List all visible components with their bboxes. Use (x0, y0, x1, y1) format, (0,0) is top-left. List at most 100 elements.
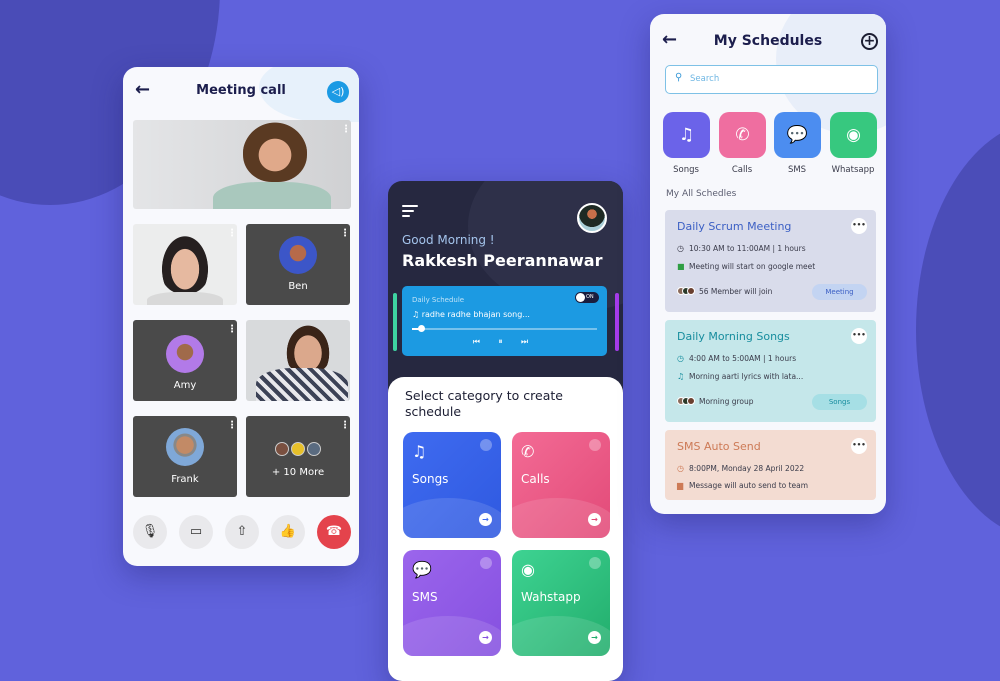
category-name: Calls (521, 472, 550, 486)
clock-icon: ◷ (677, 354, 684, 363)
schedule-title: SMS Auto Send (677, 440, 761, 453)
song-title: ♫ radhe radhe bhajan song... (412, 310, 530, 319)
meeting-call-screen: ← Meeting call ◁) ⋮ ⋮ Ben ⋮ Amy ⋮ Frank … (123, 67, 359, 566)
search-placeholder: Search (690, 74, 720, 84)
add-schedule-icon[interactable]: + (861, 33, 878, 50)
participant-tile-ben[interactable]: Ben ⋮ (246, 224, 350, 305)
mini-avatar (291, 442, 305, 456)
schedule-toggle[interactable]: ON (575, 292, 599, 303)
participant-tile-amy[interactable]: Amy ⋮ (133, 320, 237, 401)
menu-icon[interactable] (402, 205, 418, 220)
more-participants-tile[interactable]: + 10 More ⋮ (246, 416, 350, 497)
more-options-icon[interactable]: ⋮ (341, 125, 351, 135)
participant-face (243, 122, 307, 182)
participant-video[interactable] (246, 320, 350, 401)
clock-icon: ◷ (677, 464, 684, 473)
schedule-title: Daily Morning Songs (677, 330, 790, 343)
more-options-icon[interactable]: ••• (851, 328, 867, 344)
schedule-time: ◷ 8:00PM, Monday 28 April 2022 (677, 464, 805, 473)
schedule-tag[interactable]: Meeting (812, 284, 867, 300)
section-label: My All Schedles (666, 189, 737, 199)
share-button[interactable]: ⇧ (225, 515, 259, 549)
header: ← Meeting call ◁) (123, 67, 359, 122)
schedule-card[interactable]: Daily Morning Songs ••• ◷ 4:00 AM to 5:00… (665, 320, 876, 422)
more-count: + 10 More (271, 467, 325, 478)
carousel-next-card[interactable] (615, 293, 619, 351)
schedule-detail: ♫ Morning aarti lyrics with lata... (677, 372, 804, 381)
decorative-circle (480, 557, 492, 569)
page-title: My Schedules (713, 33, 823, 49)
participant-name: Ben (288, 281, 308, 292)
more-options-icon[interactable]: ••• (851, 218, 867, 234)
schedule-time: ◷ 10:30 AM to 11:00AM | 1 hours (677, 244, 806, 253)
user-name: Rakkesh Peerannawar (402, 251, 603, 270)
schedule-card[interactable]: SMS Auto Send ••• ◷ 8:00PM, Monday 28 Apr… (665, 430, 876, 500)
participant-video[interactable]: ⋮ (133, 224, 237, 305)
schedule-group: Morning group (677, 397, 754, 406)
carousel-prev-card[interactable] (393, 293, 397, 351)
music-icon: ♫ (677, 372, 685, 381)
participant-name: Frank (171, 474, 199, 485)
profile-avatar[interactable] (577, 203, 607, 233)
progress-slider[interactable] (412, 325, 597, 332)
mic-button[interactable]: 🎙 (133, 515, 167, 549)
chat-icon: 💬 (412, 560, 432, 579)
like-button[interactable]: 👍 (271, 515, 305, 549)
playback-controls[interactable]: ⏮ ⏸ ⏭ (402, 337, 607, 347)
more-options-icon[interactable]: ⋮ (227, 325, 237, 335)
quick-category-whatsapp[interactable]: ◉ (830, 112, 877, 158)
avatar (279, 236, 317, 274)
clock-icon: ◷ (677, 244, 684, 253)
mini-avatar (275, 442, 289, 456)
end-call-button[interactable]: ☎ (317, 515, 351, 549)
arrow-right-icon[interactable]: → (588, 513, 601, 526)
phone-icon: ✆ (521, 442, 535, 461)
schedule-label: Daily Schedule (412, 296, 465, 304)
participant-name: Amy (173, 380, 197, 391)
participant-tile-frank[interactable]: Frank ⋮ (133, 416, 237, 497)
category-card-calls[interactable]: ✆ Calls → (512, 432, 610, 538)
quick-category-calls[interactable]: ✆ (719, 112, 766, 158)
schedule-title: Daily Scrum Meeting (677, 220, 792, 233)
more-options-icon[interactable]: ⋮ (340, 229, 350, 239)
schedule-card[interactable]: Daily Scrum Meeting ••• ◷ 10:30 AM to 11:… (665, 210, 876, 312)
avatar (166, 428, 204, 466)
schedule-tag[interactable]: Songs (812, 394, 867, 410)
category-card-whatsapp[interactable]: ◉ Wahstapp → (512, 550, 610, 656)
more-options-icon[interactable]: ⋮ (340, 421, 350, 431)
category-card-songs[interactable]: ♫ Songs → (403, 432, 501, 538)
decorative-circle (480, 439, 492, 451)
music-icon: ♫ (412, 442, 427, 461)
schedules-screen: ← My Schedules + ⚲ Search ♫ ✆ 💬 ◉ Songs … (650, 14, 886, 514)
more-options-icon[interactable]: ••• (851, 438, 867, 454)
category-name: SMS (412, 590, 438, 604)
arrow-right-icon[interactable]: → (479, 631, 492, 644)
schedule-detail: ▆ Message will auto send to team (677, 481, 809, 490)
quick-category-songs[interactable]: ♫ (663, 112, 710, 158)
quick-category-sms[interactable]: 💬 (774, 112, 821, 158)
participant-shirt (256, 368, 348, 401)
arrow-right-icon[interactable]: → (479, 513, 492, 526)
category-card-sms[interactable]: 💬 SMS → (403, 550, 501, 656)
speaker-icon[interactable]: ◁) (327, 81, 349, 103)
participant-shirt (147, 292, 223, 305)
page-title: Meeting call (196, 83, 286, 98)
participant-video-main[interactable]: ⋮ (133, 120, 351, 209)
category-panel: Select category to create schedule ♫ Son… (388, 377, 623, 681)
quick-category-label: Whatsapp (831, 165, 875, 175)
quick-category-label: SMS (787, 165, 807, 175)
participant-avatars (246, 441, 350, 460)
video-button[interactable]: ▭ (179, 515, 213, 549)
quick-category-label: Calls (731, 165, 753, 175)
arrow-right-icon[interactable]: → (588, 631, 601, 644)
more-options-icon[interactable]: ⋮ (227, 421, 237, 431)
more-options-icon[interactable]: ⋮ (227, 229, 237, 239)
category-name: Wahstapp (521, 590, 581, 604)
home-screen: Good Morning ! Rakkesh Peerannawar Daily… (388, 181, 623, 681)
daily-schedule-card[interactable]: Daily Schedule ON ♫ radhe radhe bhajan s… (402, 286, 607, 356)
search-input[interactable]: ⚲ Search (665, 65, 878, 94)
progress-knob[interactable] (418, 325, 426, 332)
decorative-circle (589, 557, 601, 569)
whatsapp-icon: ◉ (521, 560, 535, 579)
schedule-time: ◷ 4:00 AM to 5:00AM | 1 hours (677, 354, 797, 363)
